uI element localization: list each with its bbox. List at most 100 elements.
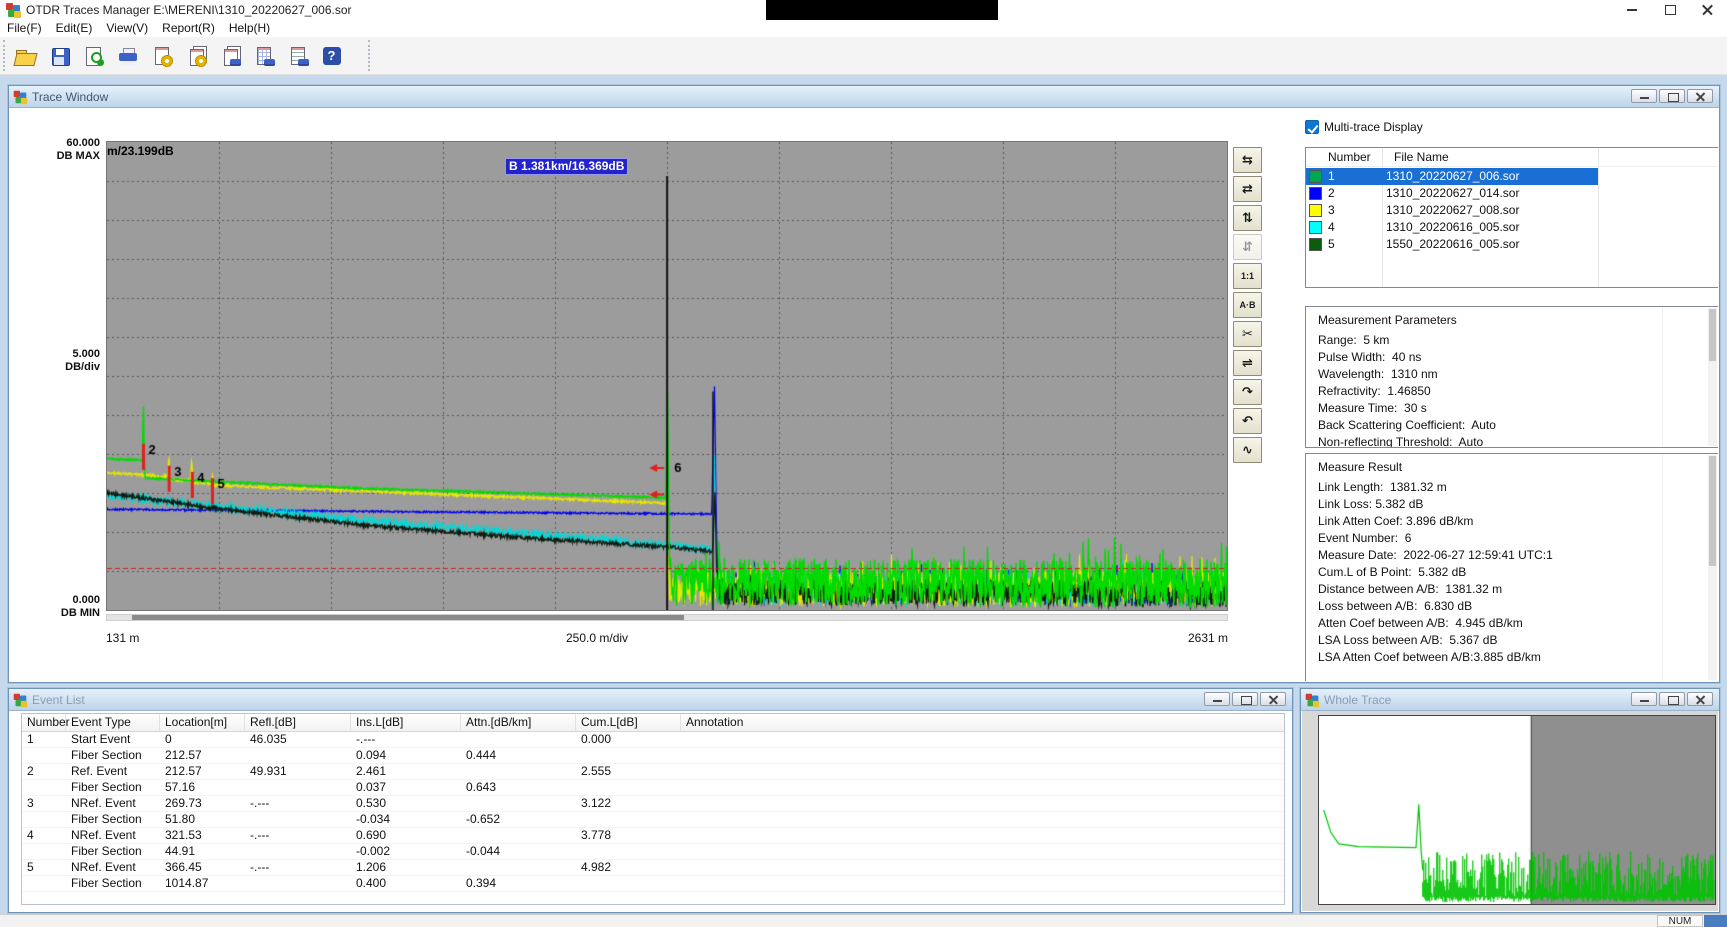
event-col-attndbkm[interactable]: Attn.[dB/km] [461, 714, 576, 731]
measurement-parameters-scrollbar[interactable] [1708, 308, 1717, 446]
curve-button[interactable]: ∿ [1233, 437, 1262, 463]
event-table-row[interactable]: Fiber Section51.80-0.034-0.652 [22, 812, 1284, 828]
screen-notch [766, 0, 998, 20]
event-list-maximize-button[interactable] [1232, 692, 1258, 706]
open-button[interactable] [10, 40, 41, 71]
event-col-locationm[interactable]: Location[m] [160, 714, 245, 731]
app-icon [1306, 693, 1319, 706]
print-preview-button[interactable] [78, 40, 109, 71]
expand-vertical-button[interactable]: ⇅ [1233, 205, 1262, 231]
help-icon: ? [323, 47, 341, 65]
save-button[interactable] [44, 40, 75, 71]
chart-horizontal-scrollbar[interactable] [106, 614, 1228, 621]
marker-b-label[interactable]: B 1.381km/16.369dB [505, 158, 628, 175]
whole-trace-chart[interactable] [1318, 715, 1716, 905]
maximize-button[interactable] [1651, 0, 1689, 20]
file-list-row-3[interactable]: 31310_20220627_008.sor [1306, 202, 1718, 219]
marker-a-label: m/23.199dB [107, 144, 174, 158]
event-table-row[interactable]: 2Ref. Event212.5749.9312.4612.555 [22, 764, 1284, 780]
event-cell: -0.002 [351, 844, 461, 859]
compress-horizontal-button[interactable]: ⇄ [1233, 176, 1262, 202]
event-cell: Fiber Section [66, 780, 160, 795]
table-print-button[interactable] [248, 40, 279, 71]
report-print-button[interactable] [282, 40, 313, 71]
curve-shift-down-button[interactable]: ↶ [1233, 408, 1262, 434]
trace-window-maximize-button[interactable] [1659, 89, 1685, 103]
event-cell: -0.652 [461, 812, 576, 827]
whole-trace-titlebar[interactable]: Whole Trace [1301, 689, 1719, 711]
event-cell: NRef. Event [66, 860, 160, 875]
event-table-row[interactable]: Fiber Section44.91-0.002-0.044 [22, 844, 1284, 860]
event-table-row[interactable]: 1Start Event046.035-.---0.000 [22, 732, 1284, 748]
pages-setup-button[interactable] [180, 40, 211, 71]
whole-trace-close-button[interactable] [1687, 692, 1713, 706]
trace-color-swatch [1309, 238, 1322, 251]
event-col-event type[interactable]: Event Type [66, 714, 160, 731]
whole-trace-minimize-button[interactable] [1631, 692, 1657, 706]
trace-window-close-button[interactable] [1687, 89, 1713, 103]
multi-trace-checkbox[interactable] [1305, 120, 1319, 134]
menu-item-help[interactable]: Help(H) [222, 20, 277, 37]
file-name: 1310_20220627_008.sor [1386, 203, 1519, 217]
event-col-insldb[interactable]: Ins.L[dB] [351, 714, 461, 731]
table-print-icon [253, 45, 275, 67]
event-list-close-button[interactable] [1260, 692, 1286, 706]
minimize-button[interactable] [1613, 0, 1651, 20]
x-axis-div-label: 250.0 m/div [566, 631, 628, 645]
swap-traces-button[interactable]: ⇌ [1233, 350, 1262, 376]
event-cell: 1014.87 [160, 876, 245, 891]
event-col-annotation[interactable]: Annotation [681, 714, 1284, 731]
event-list-titlebar[interactable]: Event List [9, 689, 1292, 711]
event-cell [461, 764, 576, 779]
expand-horizontal-button[interactable]: ⇆ [1233, 147, 1262, 173]
pages-setup-icon [185, 45, 207, 67]
marker-cross-button[interactable]: ✂ [1233, 321, 1262, 347]
event-list-minimize-button[interactable] [1204, 692, 1230, 706]
file-list-row-2[interactable]: 21310_20220627_014.sor [1306, 185, 1718, 202]
menu-item-report[interactable]: Report(R) [155, 20, 222, 37]
event-col-refldb[interactable]: Refl.[dB] [245, 714, 351, 731]
event-cell: 212.57 [160, 748, 245, 763]
trace-file-list: Number File Name 11310_20220627_006.sor2… [1305, 147, 1718, 288]
event-col-number[interactable]: Number [22, 714, 66, 731]
event-cell [245, 876, 351, 891]
event-list-window: Event List NumberEvent TypeLocation[m]Re… [8, 688, 1293, 913]
file-list-col-filename[interactable]: File Name [1394, 150, 1449, 164]
file-list-header[interactable]: Number File Name [1306, 148, 1718, 167]
curve-shift-up-button[interactable]: ↷ [1233, 379, 1262, 405]
scrollbar-thumb[interactable] [132, 615, 684, 620]
event-table-row[interactable]: 5NRef. Event366.45-.---1.2064.982 [22, 860, 1284, 876]
print-button[interactable] [112, 40, 143, 71]
measurement-parameter-line: Back Scattering Coefficient: Auto [1306, 417, 1718, 434]
event-table-row[interactable]: 4NRef. Event321.53-.---0.6903.778 [22, 828, 1284, 844]
trace-window-minimize-button[interactable] [1631, 89, 1657, 103]
compress-vertical-button[interactable]: ⇵ [1233, 234, 1262, 260]
event-table-row[interactable]: Fiber Section1014.870.4000.394 [22, 876, 1284, 892]
menu-item-view[interactable]: View(V) [99, 20, 155, 37]
menu-item-file[interactable]: File(F) [0, 20, 49, 37]
event-cell: 0.530 [351, 796, 461, 811]
event-list-title: Event List [32, 693, 85, 707]
pages-print-button[interactable] [214, 40, 245, 71]
event-table-row[interactable]: 3NRef. Event269.73-.---0.5303.122 [22, 796, 1284, 812]
page-setup-button[interactable] [146, 40, 177, 71]
measure-result-scrollbar[interactable] [1708, 455, 1717, 680]
file-list-col-number[interactable]: Number [1328, 150, 1371, 164]
whole-trace-maximize-button[interactable] [1659, 692, 1685, 706]
event-table-row[interactable]: Fiber Section57.160.0370.643 [22, 780, 1284, 796]
close-button[interactable] [1689, 0, 1727, 20]
otdr-trace-chart[interactable] [106, 141, 1228, 611]
file-list-row-4[interactable]: 41310_20220616_005.sor [1306, 219, 1718, 236]
marker-ab-button[interactable]: A·B [1233, 292, 1262, 318]
file-list-row-5[interactable]: 51550_20220616_005.sor [1306, 236, 1718, 253]
file-list-row-1[interactable]: 11310_20220627_006.sor [1306, 168, 1718, 185]
trace-window-titlebar[interactable]: Trace Window [9, 86, 1719, 108]
event-table-row[interactable]: Fiber Section212.570.0940.444 [22, 748, 1284, 764]
window-title: OTDR Traces Manager E:\MERENI\1310_20220… [26, 3, 352, 17]
zoom-1-1-button[interactable]: 1:1 [1233, 263, 1262, 289]
event-col-cumldb[interactable]: Cum.L[dB] [576, 714, 681, 731]
menu-item-edit[interactable]: Edit(E) [49, 20, 100, 37]
titlebar[interactable]: OTDR Traces Manager E:\MERENI\1310_20220… [0, 0, 1727, 20]
help-button[interactable]: ? [316, 40, 347, 71]
resize-grip[interactable] [1704, 915, 1727, 927]
